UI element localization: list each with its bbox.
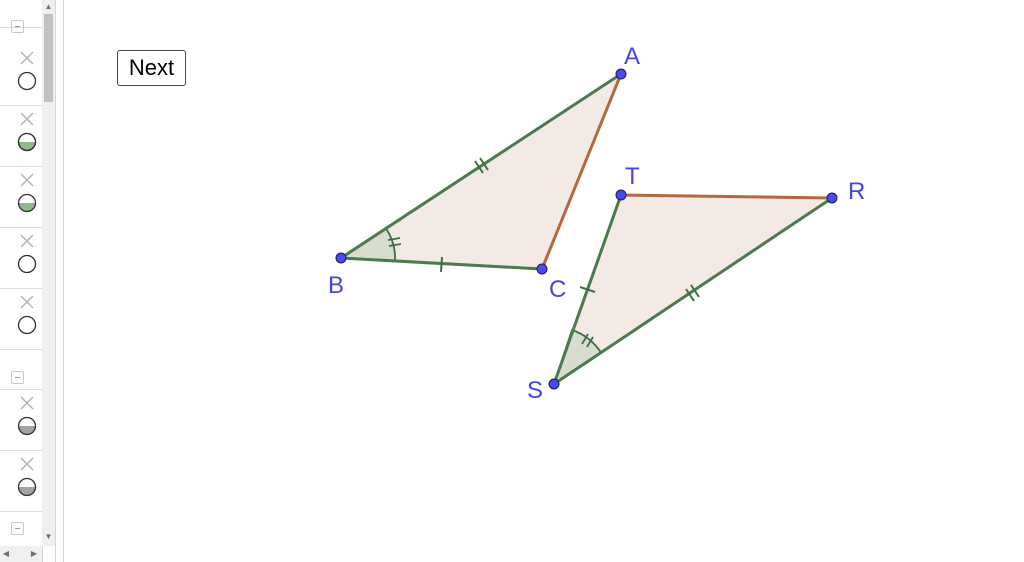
visibility-toggle-empty-icon[interactable] <box>17 71 37 91</box>
scroll-thumb[interactable] <box>44 14 53 102</box>
scroll-right-icon[interactable]: ▶ <box>28 546 40 562</box>
algebra-sidebar <box>0 0 43 562</box>
collapse-group-2-button[interactable] <box>11 371 24 384</box>
label-b: B <box>328 272 344 299</box>
delete-icon[interactable] <box>18 110 36 128</box>
algebra-item-6[interactable] <box>0 390 42 451</box>
group-header-2 <box>0 350 42 390</box>
visibility-toggle-gray-icon[interactable] <box>17 477 37 497</box>
collapse-group-1-button[interactable] <box>11 20 24 33</box>
group-header-3 <box>0 512 42 546</box>
delete-icon[interactable] <box>18 394 36 412</box>
panel-divider[interactable] <box>55 0 64 562</box>
point-t[interactable] <box>615 189 627 201</box>
visibility-toggle-green-icon[interactable] <box>17 193 37 213</box>
point-r[interactable] <box>826 192 838 204</box>
visibility-toggle-gray-icon[interactable] <box>17 416 37 436</box>
delete-icon[interactable] <box>18 455 36 473</box>
label-a: A <box>624 43 640 70</box>
visibility-toggle-green-icon[interactable] <box>17 132 37 152</box>
algebra-item-4[interactable] <box>0 228 42 289</box>
label-t: T <box>625 163 640 190</box>
vertical-scrollbar[interactable]: ▲ ▼ <box>42 0 55 546</box>
geometry-canvas[interactable]: A B C T R S <box>64 0 1024 562</box>
algebra-item-3[interactable] <box>0 167 42 228</box>
scroll-up-icon[interactable]: ▲ <box>42 0 55 13</box>
scroll-down-icon[interactable]: ▼ <box>42 530 55 543</box>
visibility-toggle-empty-icon[interactable] <box>17 315 37 335</box>
label-r: R <box>848 178 865 205</box>
collapse-group-3-button[interactable] <box>11 522 24 535</box>
delete-icon[interactable] <box>18 293 36 311</box>
delete-icon[interactable] <box>18 49 36 67</box>
algebra-item-5[interactable] <box>0 289 42 350</box>
horizontal-scrollbar[interactable]: ◀ ▶ <box>0 546 42 562</box>
label-c: C <box>549 276 566 303</box>
segment-bc-tick <box>440 256 443 273</box>
group-header-1 <box>0 0 42 33</box>
algebra-item-1[interactable] <box>0 45 42 106</box>
point-s[interactable] <box>548 378 560 390</box>
point-b[interactable] <box>335 252 347 264</box>
delete-icon[interactable] <box>18 232 36 250</box>
label-s: S <box>527 377 543 404</box>
point-a[interactable] <box>615 68 627 80</box>
angle-b-marker[interactable] <box>338 227 396 262</box>
point-c[interactable] <box>536 263 548 275</box>
visibility-toggle-empty-icon[interactable] <box>17 254 37 274</box>
delete-icon[interactable] <box>18 171 36 189</box>
algebra-item-7[interactable] <box>0 451 42 512</box>
algebra-item-2[interactable] <box>0 106 42 167</box>
scroll-left-icon[interactable]: ◀ <box>0 546 12 562</box>
